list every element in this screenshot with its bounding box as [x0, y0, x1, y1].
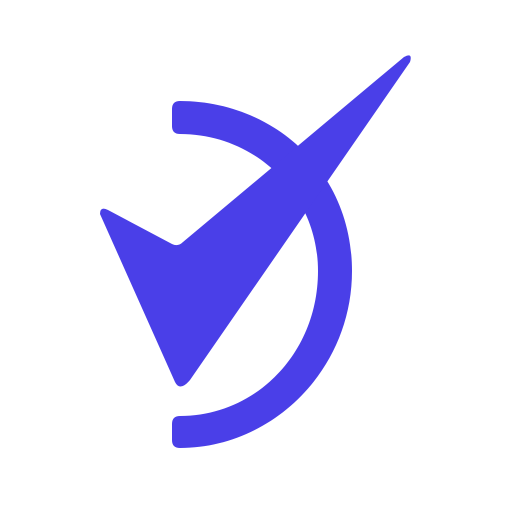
- logo-canvas: [0, 0, 512, 512]
- checkmark-shape: [100, 55, 411, 387]
- checkmark-arc-logo-icon: [100, 55, 411, 448]
